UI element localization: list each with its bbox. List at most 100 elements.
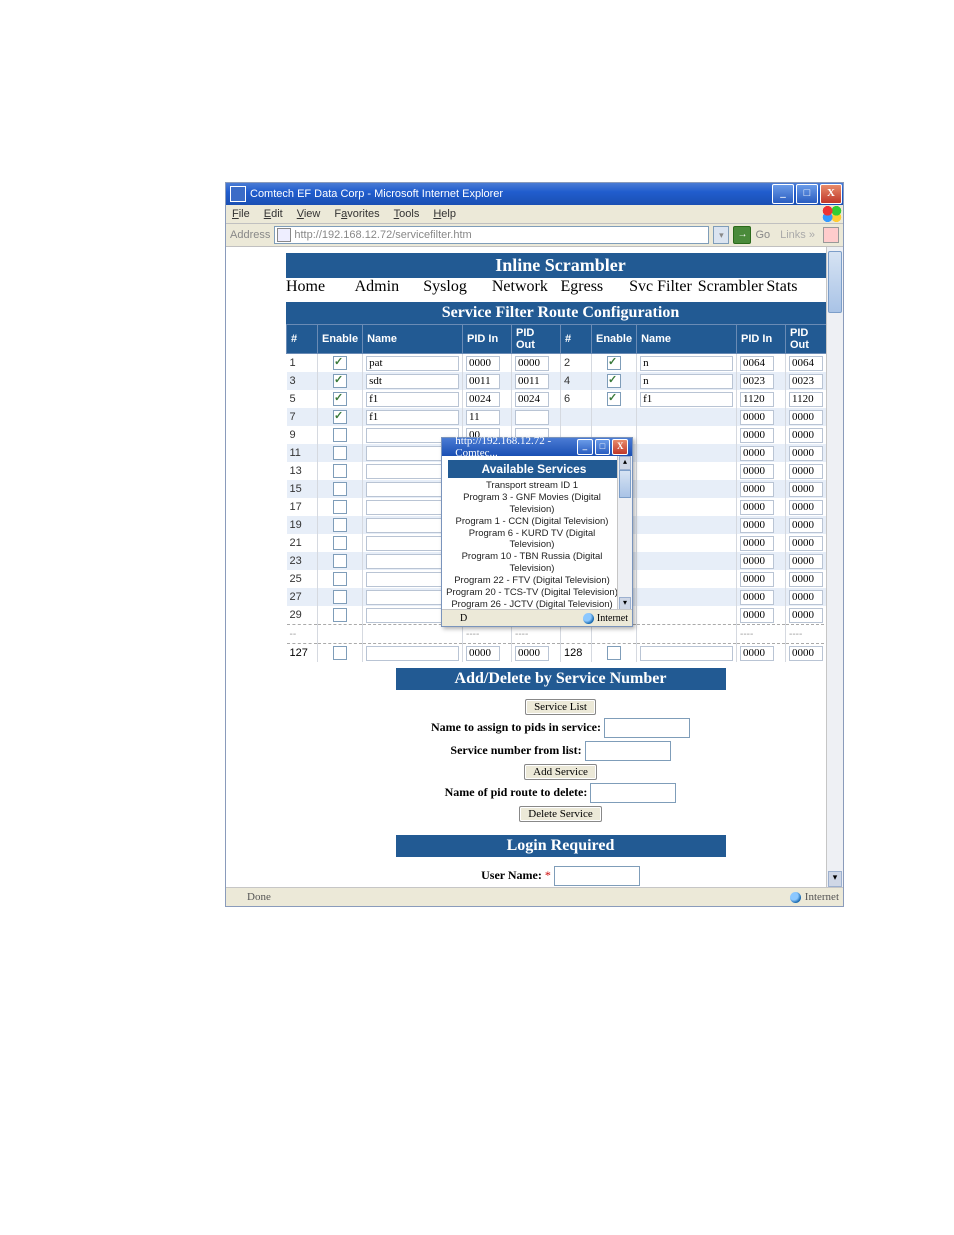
pidout-input[interactable] <box>515 392 549 407</box>
pidin-input[interactable] <box>466 646 500 661</box>
username-input[interactable] <box>554 866 640 886</box>
service-list-button[interactable]: Service List <box>525 699 596 715</box>
pidout-input[interactable] <box>789 464 823 479</box>
enable-checkbox[interactable] <box>607 356 621 370</box>
nav-scrambler[interactable]: Scrambler <box>698 278 764 295</box>
pidin-input[interactable] <box>466 356 500 371</box>
pidout-input[interactable] <box>515 356 549 371</box>
service-item[interactable]: Program 20 - TCS-TV (Digital Television) <box>446 587 618 599</box>
content-scrollbar[interactable]: ▾ <box>826 247 843 887</box>
pidout-input[interactable] <box>515 410 549 425</box>
name-input[interactable] <box>366 410 459 425</box>
pidout-input[interactable] <box>789 392 823 407</box>
name-input[interactable] <box>640 356 733 371</box>
pidout-input[interactable] <box>789 356 823 371</box>
pidin-input[interactable] <box>740 428 774 443</box>
enable-checkbox[interactable] <box>333 482 347 496</box>
pidin-input[interactable] <box>740 392 774 407</box>
name-input[interactable] <box>640 392 733 407</box>
enable-checkbox[interactable] <box>333 428 347 442</box>
pidout-input[interactable] <box>789 374 823 389</box>
enable-checkbox[interactable] <box>333 518 347 532</box>
enable-checkbox[interactable] <box>333 572 347 586</box>
add-service-button[interactable]: Add Service <box>524 764 597 780</box>
pidin-input[interactable] <box>740 464 774 479</box>
enable-checkbox[interactable] <box>333 356 347 370</box>
service-item[interactable]: Program 10 - TBN Russia (Digital Televis… <box>446 551 618 575</box>
service-item[interactable]: Program 6 - KURD TV (Digital Television) <box>446 528 618 552</box>
pidout-input[interactable] <box>789 410 823 425</box>
pidout-input[interactable] <box>789 646 823 661</box>
nav-svcfilter[interactable]: Svc Filter <box>629 278 692 295</box>
pidin-input[interactable] <box>740 446 774 461</box>
pidout-input[interactable] <box>789 518 823 533</box>
delete-service-button[interactable]: Delete Service <box>519 806 601 822</box>
close-button[interactable]: X <box>820 184 842 204</box>
name-input[interactable] <box>640 646 733 661</box>
minimize-button[interactable]: _ <box>772 184 794 204</box>
service-item[interactable]: Program 1 - CCN (Digital Television) <box>446 516 618 528</box>
nav-stats[interactable]: Stats <box>766 278 797 295</box>
popup-minimize-button[interactable]: _ <box>577 439 593 455</box>
pidin-input[interactable] <box>740 536 774 551</box>
popup-maximize-button[interactable]: □ <box>595 439 611 455</box>
enable-checkbox[interactable] <box>333 500 347 514</box>
service-number-input[interactable] <box>585 741 671 761</box>
pidin-input[interactable] <box>740 500 774 515</box>
pidout-input[interactable] <box>789 500 823 515</box>
enable-checkbox[interactable] <box>333 446 347 460</box>
enable-checkbox[interactable] <box>607 646 621 660</box>
enable-checkbox[interactable] <box>607 374 621 388</box>
menu-view[interactable]: View <box>297 208 321 220</box>
pidin-input[interactable] <box>740 518 774 533</box>
assign-name-input[interactable] <box>604 718 690 738</box>
links-label[interactable]: Links » <box>780 229 815 241</box>
menu-favorites[interactable]: Favorites <box>334 208 379 220</box>
pidin-input[interactable] <box>466 392 500 407</box>
enable-checkbox[interactable] <box>333 608 347 622</box>
name-input[interactable] <box>366 646 459 661</box>
pidout-input[interactable] <box>789 482 823 497</box>
service-item[interactable]: Transport stream ID 1 <box>446 480 618 492</box>
pidin-input[interactable] <box>740 374 774 389</box>
pidin-input[interactable] <box>740 646 774 661</box>
pidout-input[interactable] <box>789 536 823 551</box>
delete-name-input[interactable] <box>590 783 676 803</box>
maximize-button[interactable]: □ <box>796 184 818 204</box>
menu-file[interactable]: File <box>232 208 250 220</box>
pidin-input[interactable] <box>740 590 774 605</box>
pidout-input[interactable] <box>789 572 823 587</box>
nav-egress[interactable]: Egress <box>561 278 604 295</box>
toolbar-icon[interactable] <box>823 227 839 243</box>
nav-syslog[interactable]: Syslog <box>423 278 467 295</box>
menu-help[interactable]: Help <box>433 208 456 220</box>
pidout-input[interactable] <box>789 554 823 569</box>
enable-checkbox[interactable] <box>333 410 347 424</box>
enable-checkbox[interactable] <box>333 646 347 660</box>
enable-checkbox[interactable] <box>333 536 347 550</box>
pidin-input[interactable] <box>740 410 774 425</box>
nav-home[interactable]: Home <box>286 278 325 295</box>
enable-checkbox[interactable] <box>333 554 347 568</box>
pidout-input[interactable] <box>515 374 549 389</box>
url-input[interactable]: http://192.168.12.72/servicefilter.htm <box>274 226 709 244</box>
url-dropdown-button[interactable]: ▾ <box>713 226 729 244</box>
service-item[interactable]: Program 3 - GNF Movies (Digital Televisi… <box>446 492 618 516</box>
pidout-input[interactable] <box>789 608 823 623</box>
pidin-input[interactable] <box>466 410 500 425</box>
pidin-input[interactable] <box>740 356 774 371</box>
menu-edit[interactable]: Edit <box>264 208 283 220</box>
name-input[interactable] <box>366 356 459 371</box>
nav-network[interactable]: Network <box>492 278 548 295</box>
popup-close-button[interactable]: X <box>612 439 628 455</box>
pidin-input[interactable] <box>740 608 774 623</box>
service-item[interactable]: Program 22 - FTV (Digital Television) <box>446 575 618 587</box>
pidout-input[interactable] <box>789 590 823 605</box>
name-input[interactable] <box>366 374 459 389</box>
popup-scrollbar[interactable]: ▴▾ <box>617 456 632 610</box>
pidin-input[interactable] <box>740 572 774 587</box>
name-input[interactable] <box>366 392 459 407</box>
pidout-input[interactable] <box>789 428 823 443</box>
menu-tools[interactable]: Tools <box>394 208 420 220</box>
pidin-input[interactable] <box>740 554 774 569</box>
